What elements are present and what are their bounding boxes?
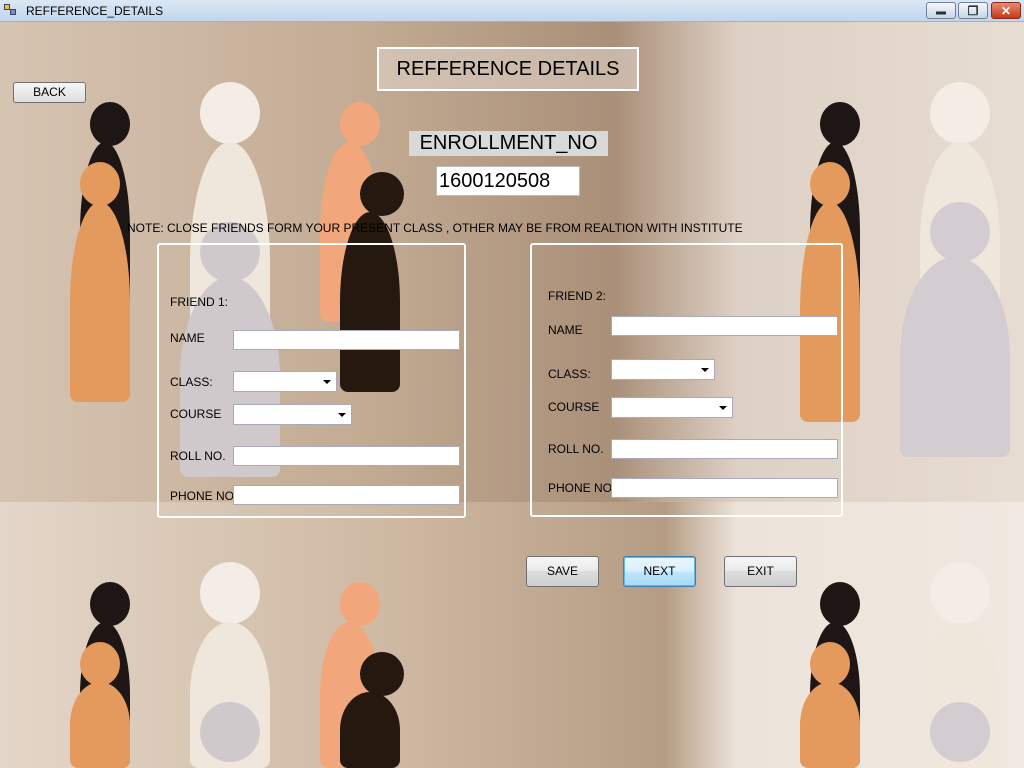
friend2-course-select[interactable]: [611, 397, 733, 418]
chevron-down-icon[interactable]: [716, 399, 730, 416]
page-title: REFFERENCE DETAILS: [377, 47, 639, 91]
minimize-button[interactable]: [926, 2, 956, 19]
friend2-heading: FRIEND 2:: [548, 289, 607, 303]
friend1-roll-input[interactable]: [233, 446, 460, 466]
friend2-roll-label: ROLL NO.: [548, 442, 604, 456]
close-button[interactable]: ✕: [991, 2, 1021, 19]
minimize-icon: [936, 7, 946, 14]
friend1-phone-input[interactable]: [233, 485, 460, 505]
next-button[interactable]: NEXT: [623, 556, 696, 587]
friend1-roll-label: ROLL NO.: [170, 449, 226, 463]
friend2-name-input[interactable]: [611, 316, 838, 336]
friend2-course-label: COURSE: [548, 400, 600, 414]
chevron-down-icon[interactable]: [320, 373, 334, 390]
window-title: REFFERENCE_DETAILS: [26, 4, 164, 18]
friend1-heading: FRIEND 1:: [170, 295, 229, 309]
friend1-course-select[interactable]: [233, 404, 352, 425]
enrollment-value: 1600120508: [436, 166, 580, 196]
friend1-course-label: COURSE: [170, 407, 222, 421]
friend1-class-select[interactable]: [233, 371, 337, 392]
back-button[interactable]: BACK: [13, 82, 86, 103]
exit-button[interactable]: EXIT: [724, 556, 797, 587]
friend2-phone-label: PHONE NO.: [548, 481, 616, 495]
friend2-name-label: NAME: [548, 323, 583, 337]
friend2-phone-input[interactable]: [611, 478, 838, 498]
restore-icon: ❐: [967, 3, 979, 18]
close-icon: ✕: [1000, 3, 1012, 18]
friend2-class-label: CLASS:: [548, 367, 591, 381]
form-icon: [4, 4, 18, 18]
friend1-name-input[interactable]: [233, 330, 460, 350]
note-text: NOTE: CLOSE FRIENDS FORM YOUR PRESENT CL…: [127, 221, 743, 235]
restore-button[interactable]: ❐: [958, 2, 988, 19]
friend1-name-label: NAME: [170, 331, 205, 345]
chevron-down-icon[interactable]: [335, 406, 349, 423]
title-bar: REFFERENCE_DETAILS ❐ ✕: [0, 0, 1024, 22]
friend2-roll-input[interactable]: [611, 439, 838, 459]
save-button[interactable]: SAVE: [526, 556, 599, 587]
friend1-phone-label: PHONE NO.: [170, 489, 238, 503]
friend1-class-label: CLASS:: [170, 375, 213, 389]
chevron-down-icon[interactable]: [698, 361, 712, 378]
friend2-class-select[interactable]: [611, 359, 715, 380]
enrollment-label: ENROLLMENT_NO: [409, 131, 608, 156]
